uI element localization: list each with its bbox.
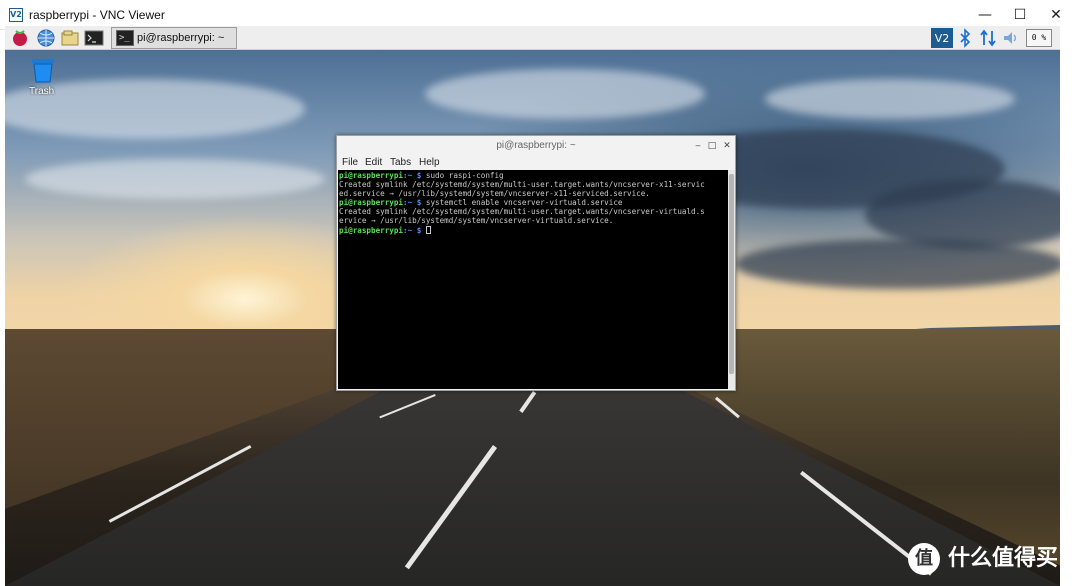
minimize-button[interactable]: —	[970, 4, 1000, 26]
terminal-prompt-line: pi@raspberrypi:~ $ sudo raspi-config	[339, 171, 504, 180]
file-manager-icon[interactable]	[60, 28, 80, 48]
terminal-maximize-button[interactable]: □	[705, 139, 719, 153]
cloud	[765, 79, 1015, 119]
taskbar-panel: >_ pi@raspberrypi: ~ V2 0 %	[5, 26, 1060, 50]
terminal-scrollbar[interactable]	[728, 170, 735, 389]
vnc-icon[interactable]: V2	[931, 28, 953, 48]
window-title: raspberrypi - VNC Viewer	[29, 8, 165, 22]
window-right-border	[1060, 26, 1080, 586]
taskbar-terminal-button[interactable]: >_ pi@raspberrypi: ~	[111, 27, 237, 49]
terminal-prompt-line: pi@raspberrypi:~ $ systemctl enable vncs…	[339, 198, 623, 208]
terminal-menubar: File Edit Tabs Help	[337, 156, 735, 170]
taskbar-terminal-label: pi@raspberrypi: ~	[137, 32, 225, 44]
watermark-text: 什么值得买	[948, 546, 1059, 571]
web-browser-icon[interactable]	[36, 28, 56, 48]
cloud	[25, 159, 325, 199]
menu-edit[interactable]: Edit	[365, 157, 382, 168]
network-icon[interactable]	[979, 28, 997, 48]
vnc-logo-icon: V2	[9, 8, 23, 22]
terminal-title: pi@raspberrypi: ~	[496, 140, 576, 151]
terminal-cursor	[425, 225, 431, 234]
terminal-icon[interactable]	[84, 28, 104, 48]
terminal-minimize-button[interactable]: ‒	[691, 139, 705, 153]
menu-help[interactable]: Help	[419, 157, 440, 168]
trash-label: Trash	[29, 86, 55, 97]
terminal-close-button[interactable]: ✕	[720, 139, 734, 153]
terminal-output-line: ed.service → /usr/lib/systemd/system/vnc…	[339, 189, 650, 199]
terminal-output-line: Created symlink /etc/systemd/system/mult…	[339, 180, 705, 190]
menu-file[interactable]: File	[342, 157, 358, 168]
terminal-output-line: ervice → /usr/lib/systemd/system/vncserv…	[339, 216, 614, 226]
terminal-icon: >_	[116, 30, 134, 46]
cloud	[735, 239, 1060, 289]
terminal-output[interactable]: pi@raspberrypi:~ $ sudo raspi-config Cre…	[338, 170, 728, 389]
menu-tabs[interactable]: Tabs	[390, 157, 411, 168]
trash-icon[interactable]	[30, 57, 56, 83]
terminal-window: pi@raspberrypi: ~ ‒ □ ✕ File Edit Tabs H…	[336, 135, 736, 391]
cloud	[425, 69, 705, 119]
raspberry-menu-icon[interactable]	[10, 28, 30, 48]
maximize-button[interactable]: ☐	[1005, 4, 1035, 26]
terminal-output-line: Created symlink /etc/systemd/system/mult…	[339, 207, 705, 217]
volume-icon[interactable]	[1002, 28, 1020, 48]
cpu-usage-monitor: 0 %	[1026, 29, 1052, 47]
bluetooth-icon[interactable]	[958, 28, 972, 48]
watermark-logo-icon: 值	[908, 543, 940, 575]
watermark: 值什么值得买	[908, 541, 1058, 577]
svg-text:V2: V2	[935, 32, 950, 45]
close-button[interactable]: ✕	[1041, 4, 1071, 26]
terminal-prompt-line: pi@raspberrypi:~ $	[339, 225, 728, 235]
scrollbar-thumb[interactable]	[729, 174, 734, 374]
